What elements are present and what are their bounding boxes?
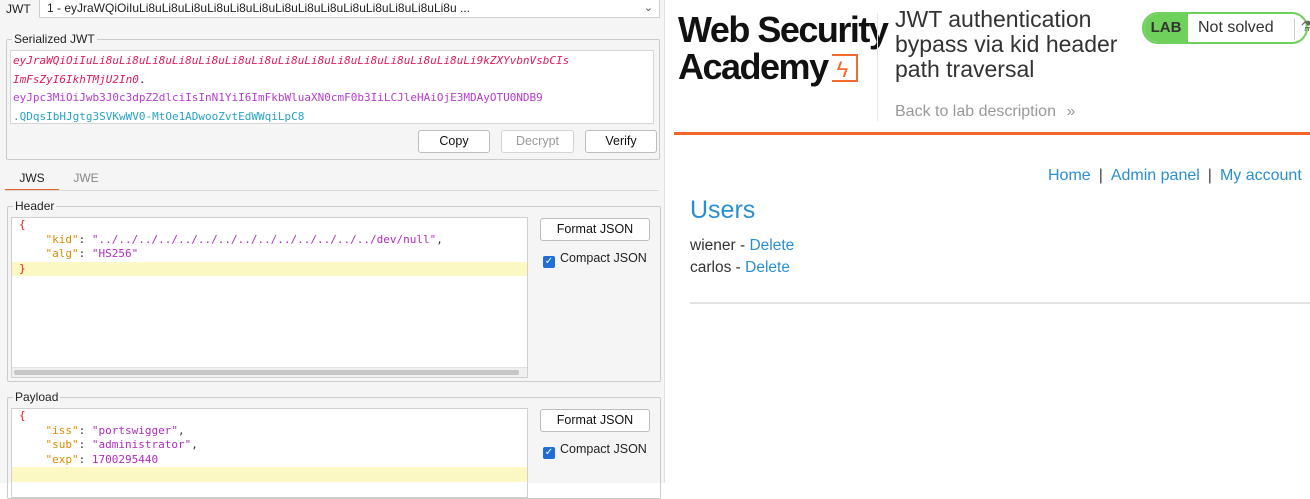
tab-divider — [5, 190, 659, 191]
double-chevron-right-icon: » — [1066, 103, 1076, 120]
json-value-exp: 1700295440 — [91, 452, 159, 466]
user-name: carlos — [690, 259, 732, 276]
site-nav: Home | Admin panel | My account — [1048, 167, 1302, 185]
serialized-jwt-textarea[interactable]: eyJraWQiOiIuLi8uLi8uLi8uLi8uLi8uLi8uLi8u… — [10, 50, 654, 124]
user-dash: - — [739, 237, 746, 254]
user-dash: - — [735, 259, 741, 276]
header-compact-json-checkbox[interactable]: ✓ Compact JSON — [543, 251, 647, 268]
json-open-brace: { — [19, 218, 26, 231]
serialized-jwt-legend: Serialized JWT — [12, 32, 97, 46]
payload-json-editor[interactable]: { "iss": "portswigger", "sub": "administ… — [11, 408, 528, 498]
json-close-brace: } — [19, 261, 26, 275]
jwt-editor-panel: JWT 1 - eyJraWQiOiIuLi8uLi8uLi8uLi8uLi8u… — [0, 0, 664, 499]
nav-admin-panel-link[interactable]: Admin panel — [1111, 167, 1200, 184]
copy-button[interactable]: Copy — [418, 130, 490, 153]
back-link-label: Back to lab description — [895, 103, 1056, 120]
lab-title: JWT authentication bypass via kid header… — [895, 6, 1118, 82]
payload-group: Payload { "iss": "portswigger", "sub": "… — [7, 390, 661, 499]
tab-jwe[interactable]: JWE — [62, 168, 110, 189]
header-separator — [877, 13, 878, 121]
json-open-brace: { — [19, 409, 26, 422]
payload-legend: Payload — [13, 390, 61, 404]
user-row: carlos - Delete — [690, 259, 790, 277]
logo-bolt-icon — [831, 51, 858, 88]
nav-my-account-link[interactable]: My account — [1220, 167, 1302, 184]
jwt-header-segment-cont: ImFsZyI6IkhTMjU2In0 — [13, 72, 139, 86]
json-key-exp: "exp" — [45, 452, 79, 466]
header-format-json-button[interactable]: Format JSON — [540, 218, 650, 241]
jwt-selector-label: JWT — [6, 2, 31, 16]
header-accent-bar — [674, 132, 1310, 135]
back-to-lab-description-link[interactable]: Back to lab description » — [895, 103, 1075, 121]
lab-status-badge: LAB Not solved — [1142, 12, 1308, 44]
delete-user-link[interactable]: Delete — [745, 259, 790, 276]
compact-json-label: Compact JSON — [560, 251, 647, 265]
json-value-alg: "HS256" — [91, 247, 139, 260]
compact-json-label: Compact JSON — [560, 442, 647, 456]
logo-line-1: Web Security — [678, 9, 889, 50]
user-name: wiener — [690, 237, 736, 254]
checkbox-checked-icon: ✓ — [543, 447, 555, 459]
header-horizontal-scrollbar[interactable] — [12, 367, 527, 377]
json-value-kid: "../../../../../../../../../../../../../… — [91, 232, 437, 246]
content-divider — [690, 302, 1310, 304]
user-row: wiener - Delete — [690, 237, 794, 255]
nav-home-link[interactable]: Home — [1048, 167, 1091, 184]
json-key-alg: "alg" — [45, 247, 79, 260]
json-key-iss: "iss" — [45, 423, 79, 437]
lab-status-text: Not solved — [1198, 19, 1274, 36]
header-legend: Header — [13, 199, 57, 213]
nav-separator: | — [1207, 167, 1212, 184]
header-group: Header { "kid": "../../../../../../../..… — [7, 199, 661, 382]
logo-line-2: Academy — [678, 46, 829, 87]
jwt-signature-segment: .QDqsIbHJgtg3SVKwWV0-MtOe1ADwooZvtEdWWqi… — [13, 109, 305, 123]
chevron-down-icon: ⌄ — [643, 2, 653, 14]
nav-separator: | — [1098, 167, 1103, 184]
users-heading: Users — [690, 196, 756, 224]
header-json-editor[interactable]: { "kid": "../../../../../../../../../../… — [11, 217, 528, 378]
payload-compact-json-checkbox[interactable]: ✓ Compact JSON — [543, 442, 647, 459]
decrypt-button[interactable]: Decrypt — [501, 130, 574, 153]
jwt-selector-value: 1 - eyJraWQiOiIuLi8uLi8uLi8uLi8uLi8uLi8u… — [47, 1, 470, 15]
json-key-sub: "sub" — [45, 438, 79, 451]
payload-format-json-button[interactable]: Format JSON — [540, 409, 650, 432]
delete-user-link[interactable]: Delete — [749, 237, 794, 254]
serialized-jwt-group: Serialized JWT eyJraWQiOiIuLi8uLi8uLi8uL… — [6, 32, 660, 160]
web-security-academy-logo[interactable]: Web Security Academy — [678, 9, 889, 88]
highlighted-line — [12, 467, 527, 482]
tab-jws[interactable]: JWS — [5, 168, 59, 191]
jwt-header-segment: eyJraWQiOiIuLi8uLi8uLi8uLi8uLi8uLi8uLi8u… — [13, 54, 570, 67]
scrollbar-thumb[interactable] — [14, 370, 519, 375]
lab-badge-label: LAB — [1144, 14, 1188, 42]
json-key-kid: "kid" — [45, 232, 79, 246]
jwt-dot: . — [138, 72, 146, 86]
json-value-sub: "administrator" — [91, 438, 192, 451]
jwt-selector-dropdown[interactable]: 1 - eyJraWQiOiIuLi8uLi8uLi8uLi8uLi8uLi8u… — [39, 0, 660, 18]
panel-splitter[interactable] — [664, 0, 674, 483]
json-value-iss: "portswigger" — [91, 423, 178, 437]
jwt-payload-segment: eyJpc3MiOiJwb3J0c3dpZ2dlciIsInN1YiI6ImFk… — [13, 91, 543, 104]
flask-icon[interactable]: ⚗ — [1294, 18, 1310, 40]
checkbox-checked-icon: ✓ — [543, 256, 555, 268]
verify-button[interactable]: Verify — [585, 130, 657, 153]
lab-page: Web Security Academy JWT authentication … — [674, 0, 1310, 483]
